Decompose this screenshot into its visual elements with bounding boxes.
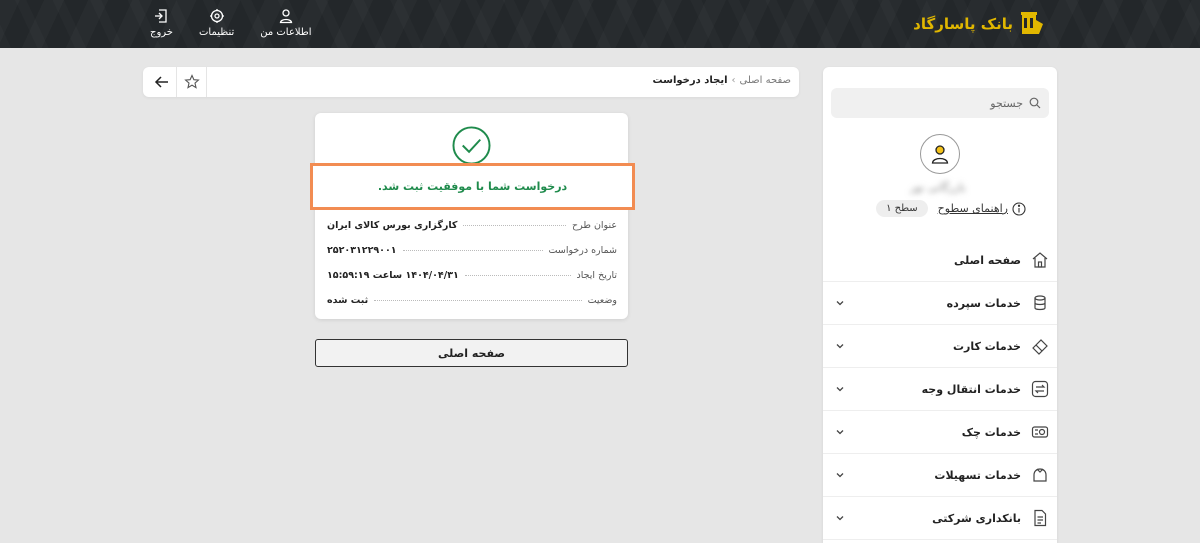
logout-label: خروج bbox=[150, 27, 173, 38]
breadcrumb-current: ایجاد درخواست bbox=[652, 75, 728, 86]
favorite-button[interactable] bbox=[177, 67, 207, 97]
chevron-down-icon bbox=[836, 301, 844, 306]
breadcrumb-home-link[interactable]: صفحه اصلی bbox=[740, 75, 791, 86]
chevron-down-icon bbox=[836, 430, 844, 435]
info-icon bbox=[1012, 201, 1026, 216]
detail-label: تاریخ ایجاد bbox=[576, 270, 617, 281]
sidebar-item-label: خدمات انتقال وجه bbox=[921, 382, 1021, 396]
my-info-label: اطلاعات من bbox=[260, 27, 312, 38]
bank-logo[interactable]: بانک پاسارگاد bbox=[913, 10, 1045, 38]
user-name: بازرگانی نور bbox=[910, 181, 966, 194]
sidebar-item-label: صفحه اصلی bbox=[954, 253, 1021, 267]
document-icon bbox=[1034, 509, 1047, 527]
my-info-button[interactable]: اطلاعات من bbox=[260, 8, 312, 38]
sidebar-item-home[interactable]: صفحه اصلی bbox=[823, 239, 1057, 282]
detail-row: وضعیت ثبت شده bbox=[327, 288, 617, 313]
success-message-box: درخواست شما با موفقیت ثبت شد. bbox=[310, 163, 635, 210]
pasargad-logo-icon bbox=[1021, 12, 1043, 34]
detail-value: ثبت شده bbox=[327, 295, 369, 306]
top-header: بانک پاسارگاد خروج تنظیمات اطلاعات من bbox=[0, 0, 1200, 48]
level-badge: سطح ۱ bbox=[876, 200, 928, 217]
detail-row: تاریخ ایجاد ۱۴۰۴/۰۴/۳۱ ساعت ۱۵:۵۹:۱۹ bbox=[327, 263, 617, 288]
sidebar-item-loans[interactable]: خدمات تسهیلات bbox=[823, 454, 1057, 497]
sidebar-item-label: بانکداری شرکتی bbox=[932, 511, 1021, 525]
sidebar-item-corporate[interactable]: بانکداری شرکتی bbox=[823, 497, 1057, 540]
sidebar: جستجو بازرگانی نور راهنمای سطوح سطح ۱ صف… bbox=[823, 67, 1057, 543]
chevron-down-icon bbox=[836, 516, 844, 521]
avatar bbox=[920, 134, 960, 174]
sidebar-menu: صفحه اصلی خدمات سپرده خدمات کارت خدمات ا… bbox=[823, 239, 1057, 540]
detail-row: شماره درخواست ۲۵۲۰۳۱۲۲۹۰۰۱ bbox=[327, 238, 617, 263]
breadcrumb-separator: › bbox=[731, 75, 736, 86]
sidebar-item-card[interactable]: خدمات کارت bbox=[823, 325, 1057, 368]
loan-icon bbox=[1033, 468, 1047, 482]
chevron-down-icon bbox=[836, 473, 844, 478]
detail-label: شماره درخواست bbox=[548, 245, 617, 256]
sidebar-item-label: خدمات کارت bbox=[952, 339, 1021, 353]
card-icon bbox=[1032, 339, 1048, 355]
transfer-icon bbox=[1031, 380, 1049, 398]
levels-guide-label: راهنمای سطوح bbox=[937, 202, 1008, 215]
arrow-left-icon bbox=[154, 76, 168, 88]
chevron-down-icon bbox=[836, 344, 844, 349]
detail-label: وضعیت bbox=[587, 295, 617, 306]
search-box[interactable]: جستجو bbox=[831, 88, 1049, 118]
breadcrumb-bar: صفحه اصلی › ایجاد درخواست bbox=[143, 67, 799, 97]
success-message: درخواست شما با موفقیت ثبت شد. bbox=[377, 180, 568, 193]
sidebar-item-label: خدمات چک bbox=[961, 425, 1021, 439]
sidebar-item-cheque[interactable]: خدمات چک bbox=[823, 411, 1057, 454]
result-card: عنوان طرح کارگزاری بورس کالای ایران شمار… bbox=[315, 113, 628, 319]
home-icon bbox=[1032, 252, 1048, 268]
sidebar-item-deposit[interactable]: خدمات سپرده bbox=[823, 282, 1057, 325]
detail-value: ۱۴۰۴/۰۴/۳۱ ساعت ۱۵:۵۹:۱۹ bbox=[327, 270, 459, 281]
levels-row: راهنمای سطوح سطح ۱ bbox=[876, 200, 1026, 217]
star-icon bbox=[183, 74, 200, 89]
logout-icon bbox=[155, 9, 168, 23]
chevron-down-icon bbox=[836, 387, 844, 392]
gear-icon bbox=[209, 9, 224, 23]
cheque-icon bbox=[1031, 426, 1049, 438]
coins-icon bbox=[1034, 295, 1046, 311]
user-icon bbox=[279, 9, 293, 24]
detail-value: کارگزاری بورس کالای ایران bbox=[327, 220, 458, 231]
search-input[interactable]: جستجو bbox=[990, 97, 1023, 110]
breadcrumb: صفحه اصلی › ایجاد درخواست bbox=[653, 75, 791, 86]
request-details: عنوان طرح کارگزاری بورس کالای ایران شمار… bbox=[327, 213, 617, 313]
detail-row: عنوان طرح کارگزاری بورس کالای ایران bbox=[327, 213, 617, 238]
logo-text: بانک پاسارگاد bbox=[913, 15, 1013, 33]
settings-button[interactable]: تنظیمات bbox=[199, 8, 234, 38]
detail-label: عنوان طرح bbox=[571, 220, 617, 231]
logout-button[interactable]: خروج bbox=[150, 8, 173, 38]
detail-value: ۲۵۲۰۳۱۲۲۹۰۰۱ bbox=[327, 245, 397, 256]
user-avatar-icon bbox=[931, 145, 949, 164]
settings-label: تنظیمات bbox=[198, 27, 235, 38]
home-button[interactable]: صفحه اصلی bbox=[315, 339, 628, 367]
header-nav: خروج تنظیمات اطلاعات من bbox=[150, 8, 312, 38]
sidebar-item-transfer[interactable]: خدمات انتقال وجه bbox=[823, 368, 1057, 411]
check-circle-icon bbox=[452, 126, 491, 165]
back-button[interactable] bbox=[147, 67, 177, 97]
levels-guide-link[interactable]: راهنمای سطوح bbox=[937, 201, 1026, 216]
sidebar-item-label: خدمات تسهیلات bbox=[934, 468, 1021, 482]
search-icon bbox=[1029, 97, 1041, 109]
sidebar-item-label: خدمات سپرده bbox=[946, 296, 1021, 310]
